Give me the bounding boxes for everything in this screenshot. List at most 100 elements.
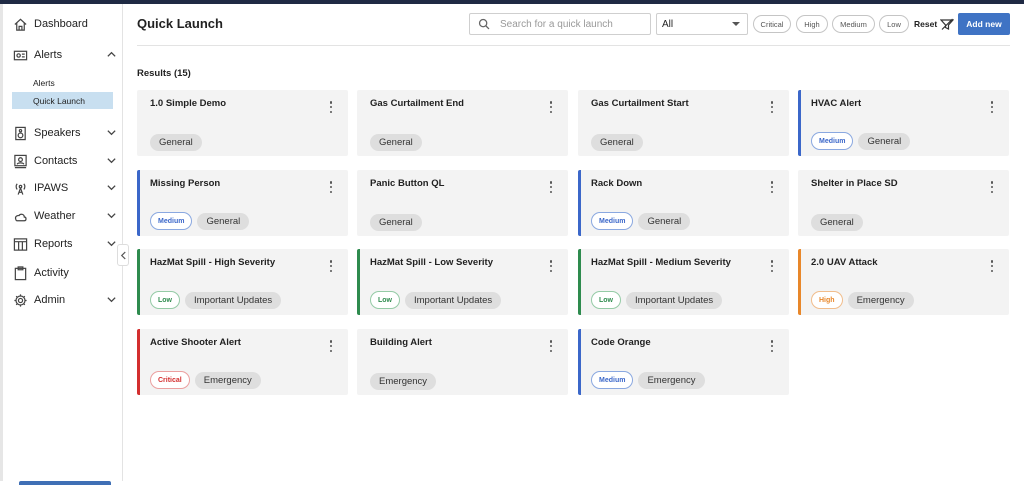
sidebar-item-dashboard[interactable]: Dashboard	[13, 13, 121, 35]
category-tag: Emergency	[847, 291, 914, 309]
card-title: Active Shooter Alert	[150, 337, 241, 348]
category-tag: Emergency	[194, 371, 261, 389]
category-tag: Emergency	[638, 371, 705, 389]
quick-launch-card[interactable]: Active Shooter Alert Critical Emergency	[137, 329, 348, 395]
chevron-down-icon[interactable]	[106, 155, 117, 166]
severity-badge: Medium	[591, 371, 634, 389]
sidebar-subitem-quick-launch[interactable]: Quick Launch	[12, 92, 113, 109]
more-options-icon[interactable]	[990, 181, 994, 193]
severity-badge: Low	[370, 291, 400, 309]
more-options-icon[interactable]	[549, 181, 553, 193]
more-options-icon[interactable]	[770, 260, 774, 272]
severity-badge: High	[811, 291, 843, 309]
chevron-down-icon[interactable]	[106, 182, 117, 193]
quick-launch-card[interactable]: HazMat Spill - Medium Severity Low Impor…	[578, 249, 789, 315]
quick-launch-card[interactable]: HazMat Spill - Low Severity Low Importan…	[357, 249, 568, 315]
card-title: Gas Curtailment End	[370, 98, 464, 109]
gear-icon	[13, 293, 28, 308]
alerts-icon	[13, 48, 28, 63]
page-title: Quick Launch	[137, 16, 223, 31]
broadcast-icon	[13, 181, 28, 196]
speaker-icon	[13, 126, 28, 141]
category-tag: General	[370, 134, 422, 151]
quick-launch-card[interactable]: Missing Person Medium General	[137, 170, 348, 236]
category-filter-value: All	[662, 18, 674, 30]
search-box[interactable]	[469, 13, 651, 35]
filter-chip-critical[interactable]: Critical	[753, 15, 791, 33]
more-options-icon[interactable]	[329, 101, 333, 113]
sidebar-item-alerts[interactable]: Alerts	[13, 44, 121, 66]
more-options-icon[interactable]	[990, 101, 994, 113]
add-new-button[interactable]: Add new	[958, 13, 1010, 35]
clipboard-icon	[13, 265, 28, 281]
more-options-icon[interactable]	[549, 260, 553, 272]
more-options-icon[interactable]	[990, 260, 994, 272]
category-tag: General	[811, 214, 863, 231]
clear-filter-icon[interactable]	[939, 17, 955, 31]
quick-launch-card[interactable]: HazMat Spill - High Severity Low Importa…	[137, 249, 348, 315]
search-icon	[478, 18, 490, 30]
sidebar-item-reports[interactable]: Reports	[13, 233, 121, 255]
filter-chip-medium[interactable]: Medium	[832, 15, 875, 33]
quick-launch-card[interactable]: Gas Curtailment End General	[357, 90, 568, 156]
chevron-down-icon[interactable]	[106, 238, 117, 249]
category-tag: General	[638, 212, 691, 230]
severity-badge: Medium	[591, 212, 634, 230]
sidebar-item-label: Weather	[34, 210, 76, 222]
chevron-down-icon[interactable]	[106, 127, 117, 138]
chevron-left-icon	[120, 251, 126, 259]
filter-chip-high[interactable]: High	[796, 15, 828, 33]
more-options-icon[interactable]	[770, 340, 774, 352]
cloud-icon	[13, 209, 28, 224]
sidebar-item-label: IPAWS	[34, 182, 69, 194]
more-options-icon[interactable]	[329, 340, 333, 352]
more-options-icon[interactable]	[770, 181, 774, 193]
more-options-icon[interactable]	[549, 101, 553, 113]
chevron-down-icon[interactable]	[106, 210, 117, 221]
sidebar-item-activity[interactable]: Activity	[13, 262, 121, 284]
reports-icon	[13, 237, 28, 252]
quick-launch-card[interactable]: HVAC Alert Medium General	[798, 90, 1009, 156]
sidebar-item-label: Dashboard	[34, 18, 88, 30]
reset-button[interactable]: Reset	[914, 19, 937, 29]
sidebar-item-admin[interactable]: Admin	[13, 289, 121, 311]
severity-badge: Critical	[150, 371, 190, 389]
card-title: Rack Down	[591, 178, 643, 189]
more-options-icon[interactable]	[329, 260, 333, 272]
contacts-icon	[13, 154, 28, 169]
quick-launch-card[interactable]: Shelter in Place SD General	[798, 170, 1009, 236]
quick-launch-card[interactable]: Rack Down Medium General	[578, 170, 789, 236]
more-options-icon[interactable]	[770, 101, 774, 113]
sidebar: Dashboard Alerts Alerts Quick Launch Spe…	[3, 4, 123, 485]
sidebar-item-label: Speakers	[34, 127, 81, 139]
sidebar-item-ipaws[interactable]: IPAWS	[13, 177, 121, 199]
category-tag: General	[150, 134, 202, 151]
quick-launch-card[interactable]: Gas Curtailment Start General	[578, 90, 789, 156]
quick-launch-card[interactable]: 1.0 Simple Demo General	[137, 90, 348, 156]
severity-badge: Low	[150, 291, 180, 309]
more-options-icon[interactable]	[329, 181, 333, 193]
card-title: HazMat Spill - Low Severity	[370, 257, 493, 268]
quick-launch-card[interactable]: Panic Button QL General	[357, 170, 568, 236]
quick-launch-card[interactable]: 2.0 UAV Attack High Emergency	[798, 249, 1009, 315]
category-filter-select[interactable]: All	[656, 13, 748, 35]
quick-launch-card[interactable]: Building Alert Emergency	[357, 329, 568, 395]
chevron-down-icon[interactable]	[106, 294, 117, 305]
category-tag: General	[197, 212, 250, 230]
search-input[interactable]	[500, 18, 640, 30]
sidebar-bottom-button[interactable]	[19, 481, 111, 485]
sidebar-item-contacts[interactable]: Contacts	[13, 150, 121, 172]
sidebar-item-label: Activity	[34, 267, 69, 279]
card-title: HazMat Spill - High Severity	[150, 257, 276, 268]
quick-launch-card[interactable]: Code Orange Medium Emergency	[578, 329, 789, 395]
card-title: Panic Button QL	[370, 178, 445, 189]
chevron-up-icon[interactable]	[106, 49, 117, 60]
sidebar-item-speakers[interactable]: Speakers	[13, 122, 121, 144]
sidebar-item-weather[interactable]: Weather	[13, 205, 121, 227]
category-tag: Important Updates	[405, 291, 502, 309]
filter-chip-low[interactable]: Low	[879, 15, 909, 33]
more-options-icon[interactable]	[549, 340, 553, 352]
category-tag: Important Updates	[185, 291, 282, 309]
sidebar-subitem-alerts[interactable]: Alerts	[12, 74, 113, 91]
collapse-sidebar-button[interactable]	[117, 244, 129, 266]
